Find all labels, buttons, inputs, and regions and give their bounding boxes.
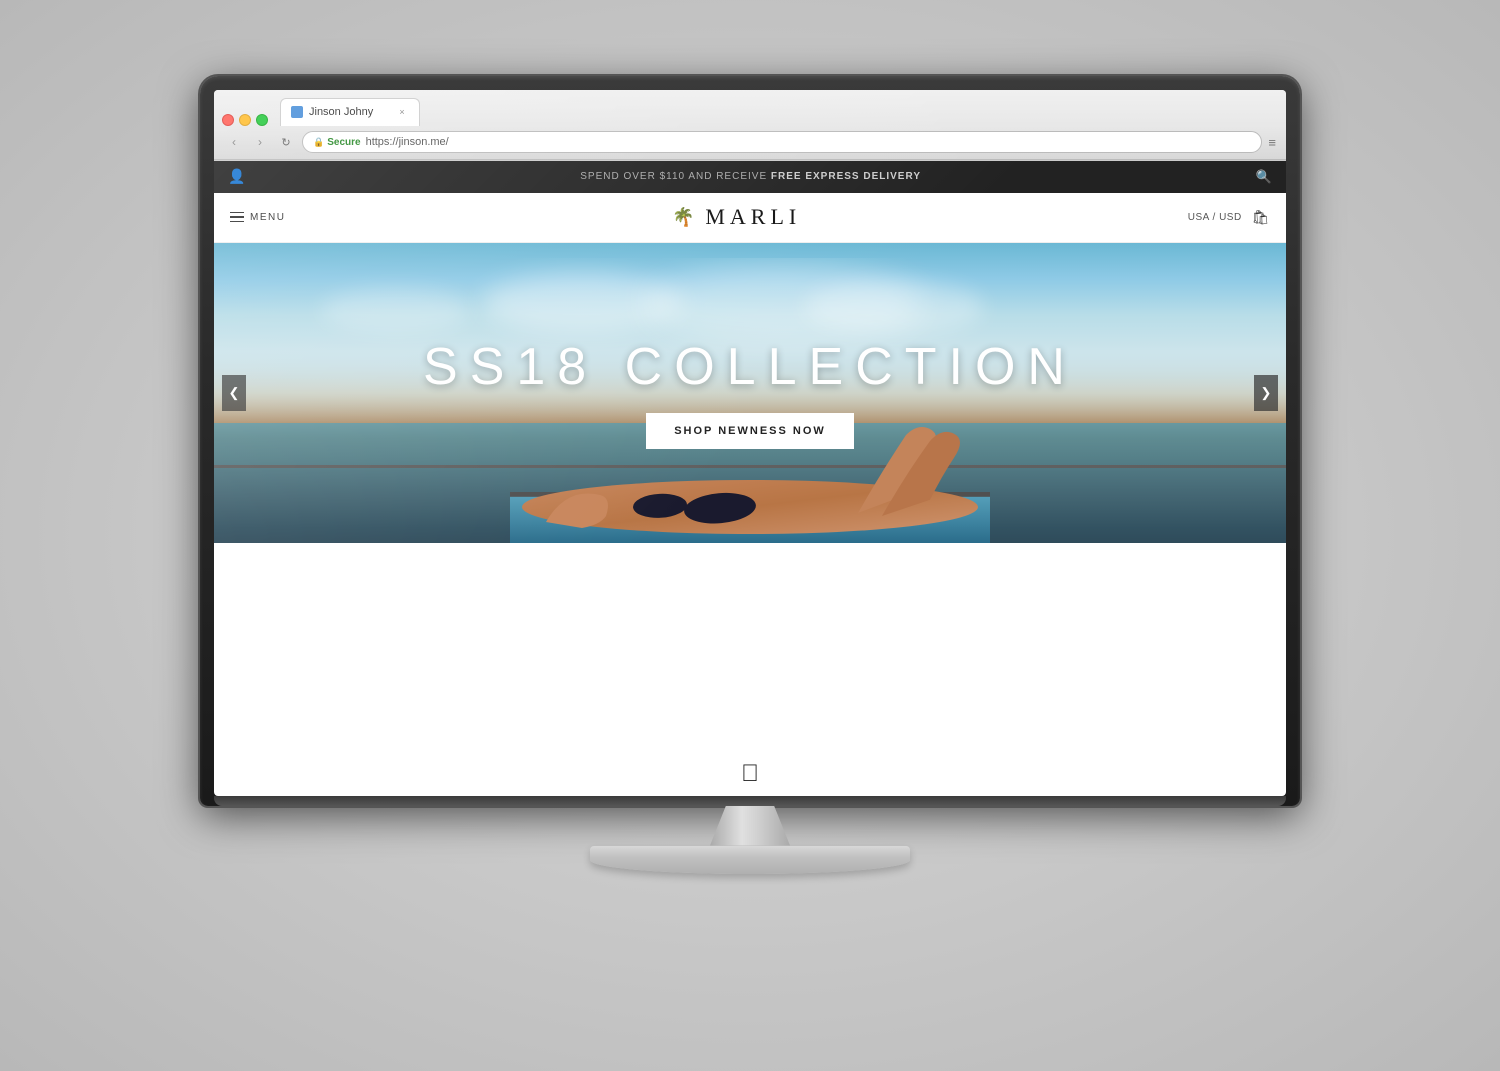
traffic-lights — [222, 114, 268, 126]
hero-section: SS18 COLLECTION SHOP NEWNESS NOW ❮ ❯ — [214, 243, 1286, 543]
monitor-stand — [200, 806, 1300, 874]
url-text: https://jinson.me/ — [366, 136, 449, 148]
apple-logo:  — [741, 760, 759, 788]
secure-label: Secure — [327, 137, 360, 148]
screen: Jinson Johny × ‹ › ↻ 🔒 Secure https://ji… — [214, 90, 1286, 796]
browser-menu-icon[interactable]: ≡ — [1268, 135, 1276, 150]
monitor-wrapper: Jinson Johny × ‹ › ↻ 🔒 Secure https://ji… — [200, 76, 1300, 996]
monitor-bottom-bar — [214, 796, 1286, 806]
tab-close-button[interactable]: × — [395, 105, 409, 119]
hamburger-line — [230, 212, 244, 214]
browser-chrome: Jinson Johny × ‹ › ↻ 🔒 Secure https://ji… — [214, 90, 1286, 161]
stand-base — [590, 846, 910, 874]
cart-icon[interactable]: 🛍 — [1252, 209, 1270, 226]
traffic-light-close[interactable] — [222, 114, 234, 126]
secure-badge: 🔒 Secure — [313, 137, 361, 148]
nav-right: USA / USD 🛍 — [1188, 209, 1270, 226]
locale-label[interactable]: USA / USD — [1188, 212, 1242, 223]
hamburger-icon — [230, 212, 244, 223]
tab-label: Jinson Johny — [309, 106, 373, 118]
carousel-prev-button[interactable]: ❮ — [222, 375, 246, 411]
brand-logo[interactable]: 🌴 MARLI — [672, 204, 801, 230]
traffic-light-fullscreen[interactable] — [256, 114, 268, 126]
browser-refresh-button[interactable]: ↻ — [276, 132, 296, 152]
shop-now-button[interactable]: SHOP NEWNESS NOW — [646, 413, 854, 449]
browser-address-bar: ‹ › ↻ 🔒 Secure https://jinson.me/ ≡ — [214, 126, 1286, 160]
menu-label: MENU — [250, 212, 285, 223]
hero-title: SS18 COLLECTION — [423, 337, 1077, 397]
announcement-bar: 👤 SPEND OVER $110 AND RECEIVE FREE EXPRE… — [214, 161, 1286, 193]
hamburger-line — [230, 216, 244, 218]
pool-edge — [214, 465, 1286, 468]
brand-name: MARLI — [705, 204, 801, 230]
menu-button[interactable]: MENU — [230, 212, 285, 223]
hamburger-line — [230, 221, 244, 223]
browser-tab-active[interactable]: Jinson Johny × — [280, 98, 420, 126]
announcement-bold: FREE EXPRESS DELIVERY — [771, 171, 921, 182]
carousel-next-button[interactable]: ❯ — [1254, 375, 1278, 411]
nav-bar: MENU 🌴 MARLI USA / USD 🛍 — [214, 193, 1286, 243]
tab-favicon — [291, 106, 303, 118]
monitor-body: Jinson Johny × ‹ › ↻ 🔒 Secure https://ji… — [200, 76, 1300, 806]
address-bar[interactable]: 🔒 Secure https://jinson.me/ — [302, 131, 1262, 153]
palm-tree-icon: 🌴 — [672, 207, 699, 228]
browser-forward-button[interactable]: › — [250, 132, 270, 152]
announcement-text: SPEND OVER $110 AND RECEIVE FREE EXPRESS… — [245, 171, 1255, 182]
website-content: 👤 SPEND OVER $110 AND RECEIVE FREE EXPRE… — [214, 161, 1286, 543]
hero-content: SS18 COLLECTION SHOP NEWNESS NOW — [423, 337, 1077, 449]
lock-icon: 🔒 — [313, 137, 324, 148]
search-icon[interactable]: 🔍 — [1256, 169, 1272, 185]
stand-neck — [710, 806, 790, 846]
traffic-light-minimize[interactable] — [239, 114, 251, 126]
user-icon[interactable]: 👤 — [228, 168, 245, 185]
browser-back-button[interactable]: ‹ — [224, 132, 244, 152]
browser-tab-bar: Jinson Johny × — [214, 90, 1286, 126]
